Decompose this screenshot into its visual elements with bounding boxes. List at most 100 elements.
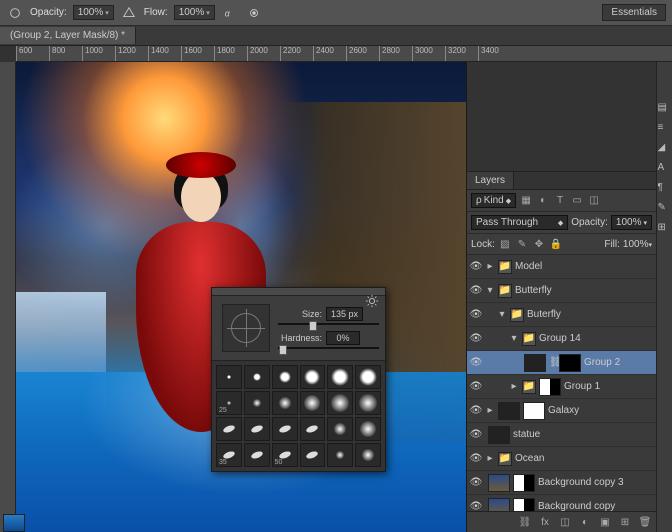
lock-all-icon[interactable]: 🔒 [549, 237, 563, 251]
adjustment-icon[interactable]: ◐ [578, 515, 592, 529]
ruler-vertical[interactable] [0, 62, 16, 532]
visibility-icon[interactable]: 👁 [467, 453, 485, 464]
fill-field[interactable]: 100%▾ [623, 239, 652, 250]
toolstrip-brush-icon[interactable]: ✎ [658, 202, 672, 216]
layer-row[interactable]: 👁 statue [467, 423, 656, 447]
trash-icon[interactable]: 🗑 [638, 515, 652, 529]
visibility-icon[interactable]: 👁 [467, 429, 485, 440]
lock-pixels-icon[interactable]: ✎ [515, 237, 529, 251]
visibility-icon[interactable]: 👁 [467, 285, 485, 296]
brush-preset[interactable] [216, 417, 242, 441]
brush-preset[interactable] [272, 417, 298, 441]
brush-preset[interactable] [327, 391, 353, 415]
visibility-icon[interactable]: 👁 [467, 477, 485, 488]
size-field[interactable]: 135 px [326, 307, 363, 321]
mask-thumb[interactable] [539, 378, 561, 396]
filter-shape-icon[interactable]: ▭ [570, 194, 584, 208]
hardness-field[interactable]: 0% [326, 331, 360, 345]
layer-row[interactable]: 👁▸Galaxy [467, 399, 656, 423]
brush-preset[interactable] [327, 417, 353, 441]
layer-row[interactable]: 👁 Background copy 3 [467, 471, 656, 495]
visibility-icon[interactable]: 👁 [467, 501, 485, 511]
brush-preset[interactable] [272, 365, 298, 389]
mask-thumb[interactable] [559, 354, 581, 372]
visibility-icon[interactable]: 👁 [467, 405, 485, 416]
size-slider[interactable] [278, 323, 379, 325]
ruler-horizontal[interactable]: 6008001000120014001600180020002200240026… [16, 46, 672, 62]
brush-preset[interactable] [272, 391, 298, 415]
toolstrip-misc-icon[interactable]: ⊞ [658, 222, 672, 236]
toolstrip-para-icon[interactable]: ¶ [658, 182, 672, 196]
visibility-icon[interactable]: 👁 [467, 357, 485, 368]
filter-pixel-icon[interactable]: ▦ [519, 194, 533, 208]
disclosure-icon[interactable]: ▸ [509, 381, 519, 392]
layer-group-row[interactable]: 👁▾📁Butterfly [467, 279, 656, 303]
disclosure-icon[interactable]: ▾ [485, 285, 495, 296]
brush-angle-control[interactable] [222, 304, 270, 352]
new-layer-icon[interactable]: ⊞ [618, 515, 632, 529]
fx-icon[interactable]: fx [538, 515, 552, 529]
toolstrip-paths-icon[interactable]: ◢ [658, 142, 672, 156]
link-layers-icon[interactable]: ⛓ [518, 515, 532, 529]
brush-preset[interactable] [244, 365, 270, 389]
visibility-icon[interactable]: 👁 [467, 261, 485, 272]
lock-transparent-icon[interactable]: ▨ [498, 237, 512, 251]
brush-preset[interactable] [355, 391, 381, 415]
brush-preset[interactable] [355, 443, 381, 467]
layer-group-row[interactable]: 👁▾📁Buterfly [467, 303, 656, 327]
filter-adjust-icon[interactable]: ◐ [536, 194, 550, 208]
document-tab[interactable]: (Group 2, Layer Mask/8) * [0, 27, 136, 44]
visibility-icon[interactable]: 👁 [467, 309, 485, 320]
layer-opacity-field[interactable]: 100%▾ [611, 215, 652, 230]
layer-name[interactable]: Group 14 [539, 333, 652, 344]
layer-group-row[interactable]: 👁▸📁Group 1 [467, 375, 656, 399]
brush-preset[interactable] [327, 443, 353, 467]
brush-preset[interactable] [355, 417, 381, 441]
canvas[interactable]: Size: 135 px Hardness: 0% 253550 [16, 62, 466, 532]
brush-preset-icon[interactable] [6, 4, 24, 22]
pressure-opacity-icon[interactable] [120, 4, 138, 22]
layer-thumb[interactable] [488, 426, 510, 444]
lock-position-icon[interactable]: ✥ [532, 237, 546, 251]
layer-group-row[interactable]: 👁▸📁Model [467, 255, 656, 279]
mask-thumb[interactable] [513, 498, 535, 512]
visibility-icon[interactable]: 👁 [467, 381, 485, 392]
opacity-field[interactable]: 100%▾ [73, 5, 114, 20]
workspace-switcher[interactable]: Essentials [602, 4, 666, 21]
layer-thumb[interactable] [498, 402, 520, 420]
airbrush-icon[interactable]: α [221, 4, 239, 22]
filter-kind-select[interactable]: ρKind◆ [471, 193, 516, 208]
disclosure-icon[interactable]: ▸ [485, 453, 495, 464]
mask-icon[interactable]: ◫ [558, 515, 572, 529]
flow-field[interactable]: 100%▾ [174, 5, 215, 20]
layer-name[interactable]: Background copy [538, 501, 652, 511]
layer-name[interactable]: Model [515, 261, 652, 272]
layer-thumb[interactable] [488, 498, 510, 512]
filter-smart-icon[interactable]: ◫ [587, 194, 601, 208]
visibility-icon[interactable]: 👁 [467, 333, 485, 344]
layer-group-row[interactable]: 👁▾📁Group 14 [467, 327, 656, 351]
layer-row[interactable]: 👁⛓Group 2 [467, 351, 656, 375]
disclosure-icon[interactable]: ▸ [485, 261, 495, 272]
tab-layers[interactable]: Layers [467, 172, 514, 189]
brush-preset[interactable] [244, 417, 270, 441]
pressure-size-icon[interactable] [245, 4, 263, 22]
collapsed-panels[interactable] [467, 62, 656, 172]
gear-icon[interactable] [363, 292, 381, 310]
mask-thumb[interactable] [523, 402, 545, 420]
layer-row[interactable]: 👁 Background copy [467, 495, 656, 511]
brush-preset[interactable] [244, 443, 270, 467]
brush-preset[interactable]: 25 [216, 391, 242, 415]
layer-name[interactable]: Group 2 [584, 357, 652, 368]
brush-panel-header[interactable] [212, 288, 385, 296]
brush-preset[interactable] [244, 391, 270, 415]
group-icon[interactable]: ▣ [598, 515, 612, 529]
layer-name[interactable]: statue [513, 429, 652, 440]
brush-preset[interactable] [300, 365, 326, 389]
brush-preset[interactable] [300, 391, 326, 415]
layer-name[interactable]: Butterfly [515, 285, 652, 296]
layer-name[interactable]: Background copy 3 [538, 477, 652, 488]
layer-thumb[interactable] [524, 354, 546, 372]
brush-preset[interactable] [300, 417, 326, 441]
toolstrip-swatches-icon[interactable]: ▤ [658, 102, 672, 116]
